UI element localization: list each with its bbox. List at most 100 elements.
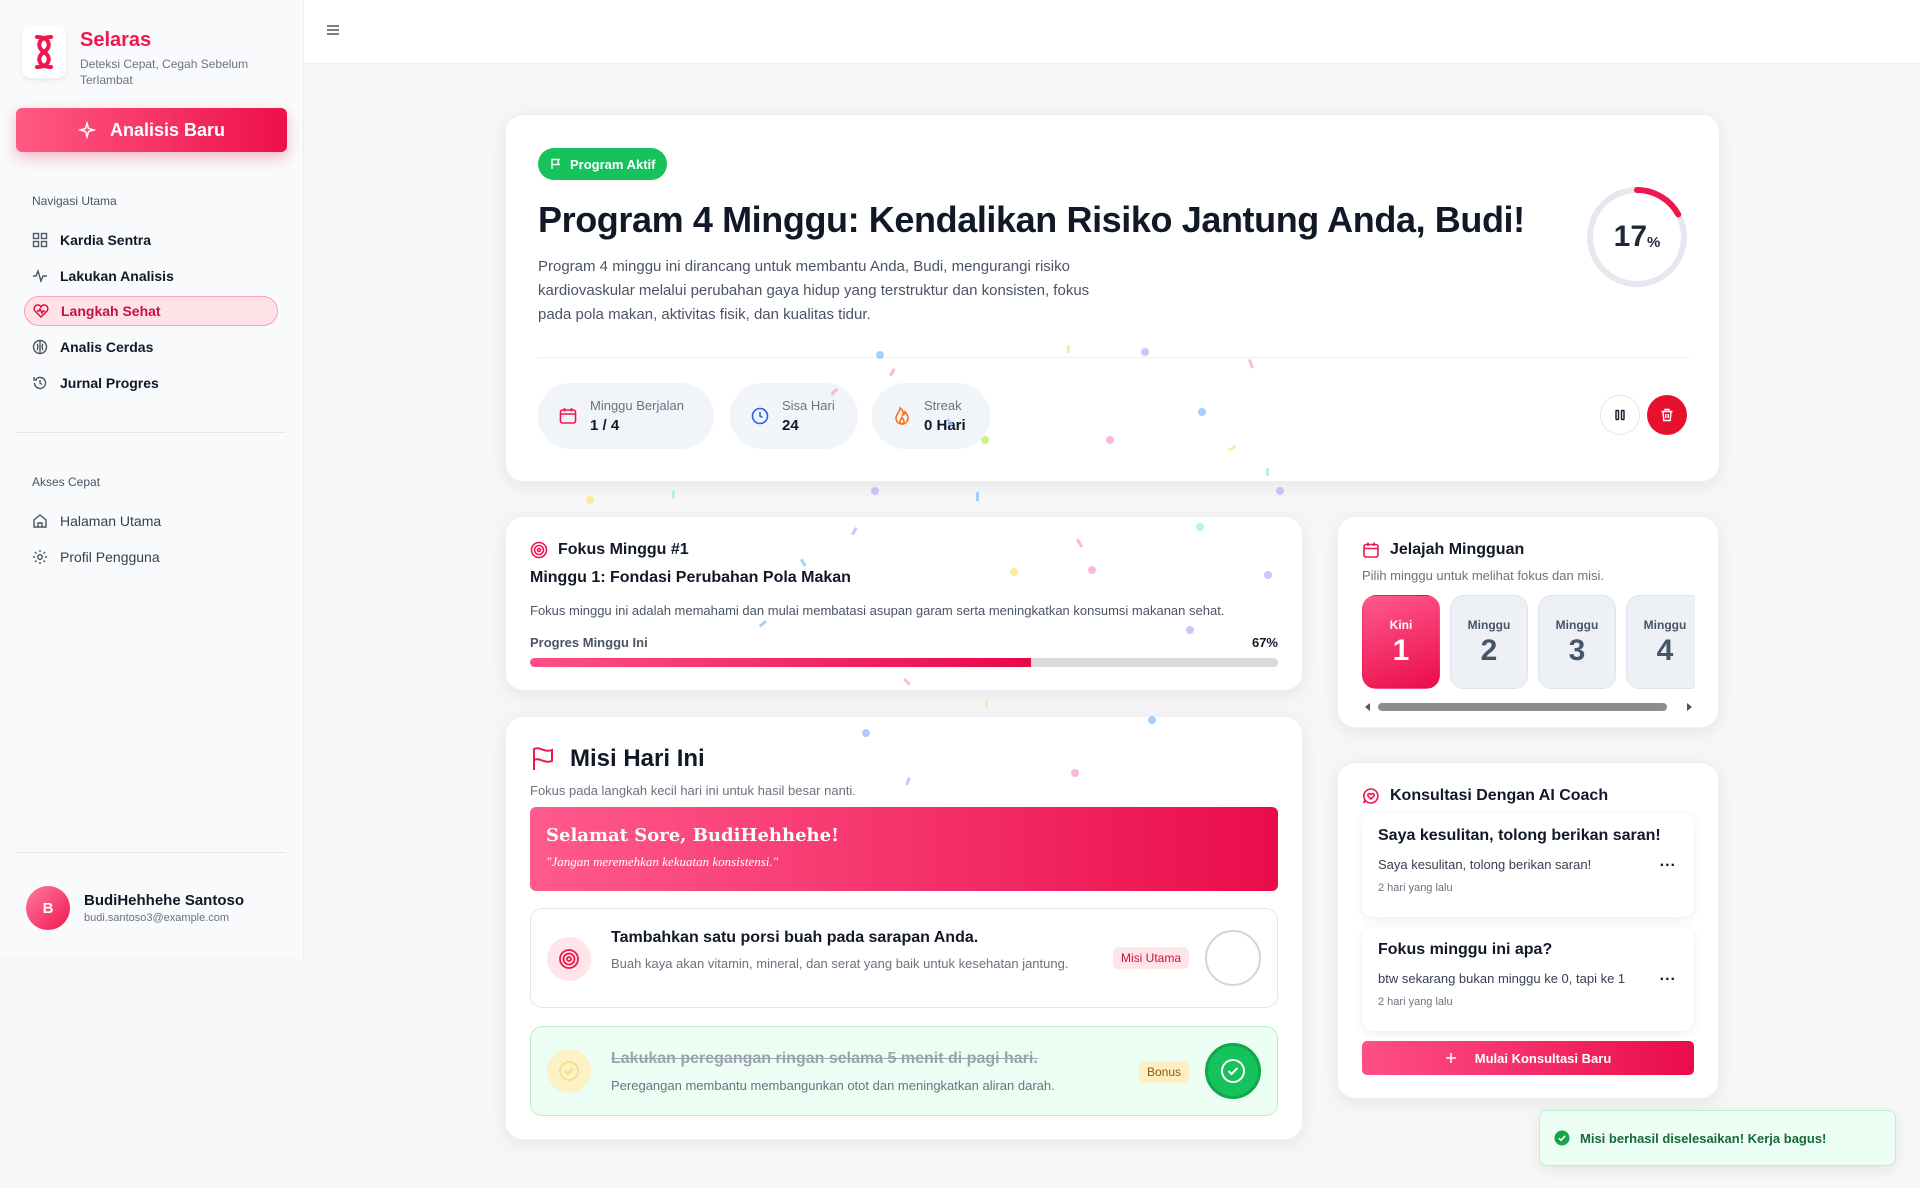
new-consultation-button[interactable]: Mulai Konsultasi Baru xyxy=(1362,1041,1694,1075)
target-icon xyxy=(547,937,591,981)
sidebar: Selaras Deteksi Cepat, Cegah Sebelum Ter… xyxy=(0,0,304,958)
brain-icon xyxy=(32,339,48,355)
top-bar xyxy=(304,0,1920,64)
brand-tagline: Deteksi Cepat, Cegah Sebelum Terlambat xyxy=(80,57,249,87)
scrollbar-thumb[interactable] xyxy=(1378,703,1667,711)
focus-description: Fokus minggu ini adalah memahami dan mul… xyxy=(530,603,1225,618)
week-progress-fill xyxy=(530,658,1032,667)
weeks-subtitle: Pilih minggu untuk melihat fokus dan mis… xyxy=(1362,568,1605,583)
flame-icon xyxy=(892,406,912,426)
week-tile-3[interactable]: Minggu 3 xyxy=(1538,595,1616,689)
nav-item-lakukan-analisis[interactable]: Lakukan Analisis xyxy=(24,261,278,291)
mission-title: Tambahkan satu porsi buah pada sarapan A… xyxy=(611,929,979,946)
coach-heading: Konsultasi Dengan AI Coach xyxy=(1362,787,1608,805)
scroll-left-icon[interactable] xyxy=(1364,703,1372,711)
chat-time: 2 hari yang lalu xyxy=(1378,996,1453,1008)
weekly-focus-card: Fokus Minggu #1 Minggu 1: Fondasi Peruba… xyxy=(505,516,1303,691)
mission-item: Tambahkan satu porsi buah pada sarapan A… xyxy=(530,908,1278,1008)
week-tile-number: 3 xyxy=(1568,634,1586,667)
focus-heading: Fokus Minggu #1 xyxy=(530,541,689,559)
check-circle-icon xyxy=(547,1049,591,1093)
nav-item-label: Lakukan Analisis xyxy=(60,268,174,284)
mission-description: Peregangan membantu membangunkan otot da… xyxy=(611,1078,1055,1093)
chat-message: btw sekarang bukan minggu ke 0, tapi ke … xyxy=(1378,971,1626,986)
nav-item-label: Analis Cerdas xyxy=(60,339,154,355)
nav-item-label: Kardia Sentra xyxy=(60,232,152,248)
week-tile-1[interactable]: Kini 1 xyxy=(1362,595,1440,689)
nav-item-langkah-sehat[interactable]: Langkah Sehat xyxy=(24,296,278,326)
flag-icon xyxy=(530,746,556,772)
toast-message: Misi berhasil diselesaikan! Kerja bagus! xyxy=(1580,1130,1827,1146)
pause-program-button[interactable] xyxy=(1600,395,1640,435)
greeting-banner: Selamat Sore, BudiHehhehe! "Jangan merem… xyxy=(530,807,1278,891)
new-consultation-label: Mulai Konsultasi Baru xyxy=(1474,1050,1612,1066)
pulse-icon xyxy=(32,268,48,284)
user-name: BudiHehhehe Santoso xyxy=(84,892,245,909)
stat-label: Streak xyxy=(924,398,962,413)
nav-item-kardia-sentra[interactable]: Kardia Sentra xyxy=(24,225,278,255)
mission-tag: Misi Utama xyxy=(1112,947,1189,969)
quick-heading: Akses Cepat xyxy=(32,475,101,489)
nav-item-label: Halaman Utama xyxy=(60,513,162,529)
hero-divider xyxy=(538,357,1689,358)
chat-title: Saya kesulitan, tolong berikan saran! xyxy=(1378,827,1661,844)
missions-card: Misi Hari Ini Fokus pada langkah kecil h… xyxy=(505,716,1303,1140)
menu-icon[interactable] xyxy=(326,24,340,36)
more-options-icon[interactable]: ... xyxy=(1660,967,1676,985)
brand[interactable]: Selaras Deteksi Cepat, Cegah Sebelum Ter… xyxy=(22,26,255,88)
target-icon xyxy=(530,541,548,559)
week-tile-2[interactable]: Minggu 2 xyxy=(1450,595,1528,689)
sidebar-divider xyxy=(16,852,286,853)
weeks-title: Jelajah Mingguan xyxy=(1390,541,1525,558)
week-tile-label: Minggu xyxy=(1643,618,1687,632)
nav-item-analis-cerdas[interactable]: Analis Cerdas xyxy=(24,332,278,362)
stat-week: Minggu Berjalan 1 / 4 xyxy=(538,383,714,449)
week-tile-number: 4 xyxy=(1656,634,1674,667)
mission-description: Buah kaya akan vitamin, mineral, dan ser… xyxy=(611,956,1069,971)
nav-item-halaman-utama[interactable]: Halaman Utama xyxy=(24,506,278,536)
week-tile-number: 1 xyxy=(1392,634,1410,667)
chat-item[interactable]: Saya kesulitan, tolong berikan saran! Sa… xyxy=(1362,813,1694,917)
week-tile-number: 2 xyxy=(1480,634,1498,667)
nav-item-profil-pengguna[interactable]: Profil Pengguna xyxy=(24,542,278,572)
week-tile-label: Minggu xyxy=(1467,618,1511,632)
nav-item-label: Jurnal Progres xyxy=(60,375,159,391)
history-icon xyxy=(32,375,48,391)
stat-days-left: Sisa Hari 24 xyxy=(730,383,858,449)
week-tile-label: Kini xyxy=(1389,618,1413,632)
new-analysis-label: Analisis Baru xyxy=(109,119,226,140)
weekly-explorer-card: Jelajah Mingguan Pilih minggu untuk meli… xyxy=(1337,516,1719,728)
complete-mission-button[interactable] xyxy=(1205,930,1261,986)
nav-item-jurnal-progres[interactable]: Jurnal Progres xyxy=(24,368,278,398)
scroll-right-icon[interactable] xyxy=(1685,703,1693,711)
week-progress-percent: 67% xyxy=(1251,635,1278,650)
trash-icon xyxy=(1660,408,1674,422)
mission-item-completed: Lakukan peregangan ringan selama 5 menit… xyxy=(530,1026,1278,1116)
badge-label: Program Aktif xyxy=(570,156,656,172)
nav-item-label: Langkah Sehat xyxy=(61,303,161,319)
home-icon xyxy=(32,513,48,529)
new-analysis-button[interactable]: Analisis Baru xyxy=(16,108,287,152)
more-options-icon[interactable]: ... xyxy=(1660,853,1676,871)
week-tile-4[interactable]: Minggu 4 xyxy=(1626,595,1695,689)
chat-title: Fokus minggu ini apa? xyxy=(1378,941,1553,958)
pause-icon xyxy=(1614,409,1626,421)
brand-logo xyxy=(22,26,66,78)
chat-item[interactable]: Fokus minggu ini apa? btw sekarang bukan… xyxy=(1362,927,1694,1031)
progress-percent: 17% xyxy=(1585,185,1689,289)
missions-subtitle: Fokus pada langkah kecil hari ini untuk … xyxy=(530,783,856,798)
week-selector: Kini 1 Minggu 2 Minggu 3 Minggu 4 xyxy=(1362,595,1695,691)
week-scrollbar[interactable] xyxy=(1362,701,1695,713)
check-circle-icon xyxy=(1554,1130,1570,1146)
program-progress-ring: 17% xyxy=(1585,185,1689,289)
chat-icon xyxy=(1362,787,1380,805)
delete-program-button[interactable] xyxy=(1647,395,1687,435)
user-profile[interactable]: B BudiHehhehe Santoso budi.santoso3@exam… xyxy=(26,886,244,930)
page-title: Program 4 Minggu: Kendalikan Risiko Jant… xyxy=(538,199,1525,240)
program-active-badge: Program Aktif xyxy=(538,148,668,180)
chat-message: Saya kesulitan, tolong berikan saran! xyxy=(1378,857,1592,872)
weeks-heading: Jelajah Mingguan xyxy=(1362,541,1524,559)
stat-value: 1 / 4 xyxy=(590,417,620,434)
complete-mission-button[interactable] xyxy=(1205,1043,1261,1099)
plus-icon xyxy=(1445,1052,1457,1064)
